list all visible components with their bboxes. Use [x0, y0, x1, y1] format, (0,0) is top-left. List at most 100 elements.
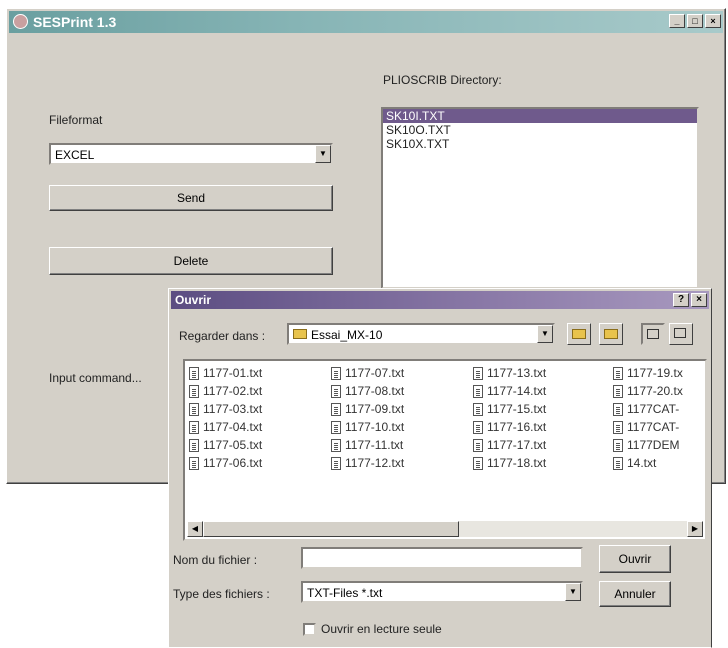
list-item[interactable]: 1177-17.txt — [473, 437, 546, 455]
look-in-value: Essai_MX-10 — [311, 328, 383, 342]
cancel-button[interactable]: Annuler — [599, 581, 671, 607]
text-file-icon — [473, 367, 483, 381]
list-item[interactable]: 1177-10.txt — [331, 419, 404, 437]
list-item[interactable]: 1177-15.txt — [473, 401, 546, 419]
filetype-select[interactable]: TXT-Files *.txt ▼ — [301, 581, 583, 603]
folder-icon — [293, 329, 307, 339]
directory-listbox[interactable]: SK10I.TXT SK10O.TXT SK10X.TXT — [381, 107, 699, 289]
scroll-left-icon[interactable]: ◀ — [187, 521, 203, 537]
cancel-button-label: Annuler — [614, 587, 656, 601]
list-item[interactable]: 1177-11.txt — [331, 437, 404, 455]
list-view-icon[interactable] — [641, 323, 665, 345]
scroll-thumb[interactable] — [203, 521, 459, 537]
file-list-pane[interactable]: 1177-01.txt 1177-02.txt 1177-03.txt 1177… — [183, 359, 707, 541]
open-button[interactable]: Ouvrir — [599, 545, 671, 573]
list-item[interactable]: SK10I.TXT — [383, 109, 697, 123]
readonly-checkbox[interactable] — [303, 623, 316, 636]
list-item[interactable]: 1177-07.txt — [331, 365, 404, 383]
file-column-3: 1177-13.txt 1177-14.txt 1177-15.txt 1177… — [473, 365, 546, 473]
list-item[interactable]: 1177-09.txt — [331, 401, 404, 419]
text-file-icon — [331, 385, 341, 399]
text-file-icon — [473, 439, 483, 453]
fileformat-select[interactable]: EXCEL ▼ — [49, 143, 333, 165]
up-folder-icon[interactable] — [567, 323, 591, 345]
look-in-label: Regarder dans : — [179, 329, 266, 343]
filetype-label: Type des fichiers : — [173, 587, 270, 601]
list-item[interactable]: 1177CAT- — [613, 419, 683, 437]
text-file-icon — [331, 421, 341, 435]
maximize-icon[interactable]: □ — [687, 14, 703, 28]
text-file-icon — [189, 421, 199, 435]
text-file-icon — [189, 403, 199, 417]
text-file-icon — [613, 421, 623, 435]
file-column-2: 1177-07.txt 1177-08.txt 1177-09.txt 1177… — [331, 365, 404, 473]
help-icon[interactable]: ? — [673, 293, 689, 307]
dialog-title-bar[interactable]: Ouvrir ? × — [171, 291, 709, 309]
list-item[interactable]: 1177-20.tx — [613, 383, 683, 401]
list-item[interactable]: 1177-03.txt — [189, 401, 262, 419]
close-icon[interactable]: × — [705, 14, 721, 28]
app-icon — [13, 14, 28, 29]
text-file-icon — [189, 367, 199, 381]
list-item[interactable]: 1177CAT- — [613, 401, 683, 419]
input-command-label: Input command... — [49, 371, 142, 385]
close-icon[interactable]: × — [691, 293, 707, 307]
fileformat-label: Fileformat — [49, 113, 103, 127]
list-item[interactable]: 1177-19.tx — [613, 365, 683, 383]
directory-label: PLIOSCRIB Directory: — [383, 73, 502, 87]
chevron-down-icon[interactable]: ▼ — [537, 325, 553, 343]
list-item[interactable]: SK10O.TXT — [383, 123, 697, 137]
minimize-icon[interactable]: _ — [669, 14, 685, 28]
look-in-select[interactable]: Essai_MX-10 ▼ — [287, 323, 555, 345]
chevron-down-icon[interactable]: ▼ — [565, 583, 581, 601]
list-item[interactable]: 1177DEM — [613, 437, 683, 455]
list-item[interactable]: 1177-18.txt — [473, 455, 546, 473]
delete-button[interactable]: Delete — [49, 247, 333, 275]
file-column-1: 1177-01.txt 1177-02.txt 1177-03.txt 1177… — [189, 365, 262, 473]
new-folder-icon[interactable] — [599, 323, 623, 345]
title-bar[interactable]: SESPrint 1.3 _ □ × — [9, 11, 723, 33]
open-dialog: Ouvrir ? × Regarder dans : Essai_MX-10 ▼… — [168, 288, 712, 648]
filetype-value: TXT-Files *.txt — [307, 586, 383, 600]
text-file-icon — [189, 385, 199, 399]
scroll-right-icon[interactable]: ▶ — [687, 521, 703, 537]
list-item[interactable]: 14.txt — [613, 455, 683, 473]
list-item[interactable]: 1177-12.txt — [331, 455, 404, 473]
text-file-icon — [473, 421, 483, 435]
file-column-4: 1177-19.tx 1177-20.tx 1177CAT- 1177CAT- … — [613, 365, 683, 473]
text-file-icon — [613, 403, 623, 417]
text-file-icon — [473, 457, 483, 471]
text-file-icon — [189, 457, 199, 471]
text-file-icon — [473, 403, 483, 417]
filename-field[interactable] — [301, 547, 583, 569]
readonly-label: Ouvrir en lecture seule — [321, 622, 442, 636]
list-item[interactable]: 1177-14.txt — [473, 383, 546, 401]
send-button[interactable]: Send — [49, 185, 333, 211]
details-view-icon[interactable] — [669, 323, 693, 345]
open-button-label: Ouvrir — [618, 552, 652, 566]
list-item[interactable]: 1177-16.txt — [473, 419, 546, 437]
horizontal-scrollbar[interactable]: ◀ ▶ — [187, 521, 703, 537]
list-item[interactable]: 1177-13.txt — [473, 365, 546, 383]
text-file-icon — [613, 385, 623, 399]
text-file-icon — [189, 439, 199, 453]
list-item[interactable]: SK10X.TXT — [383, 137, 697, 151]
list-item[interactable]: 1177-04.txt — [189, 419, 262, 437]
list-item[interactable]: 1177-05.txt — [189, 437, 262, 455]
text-file-icon — [331, 367, 341, 381]
delete-label: Delete — [173, 254, 209, 268]
filename-label: Nom du fichier : — [173, 553, 258, 567]
text-file-icon — [331, 439, 341, 453]
text-file-icon — [331, 457, 341, 471]
text-file-icon — [331, 403, 341, 417]
list-item[interactable]: 1177-08.txt — [331, 383, 404, 401]
text-file-icon — [613, 367, 623, 381]
text-file-icon — [613, 439, 623, 453]
list-item[interactable]: 1177-02.txt — [189, 383, 262, 401]
list-item[interactable]: 1177-01.txt — [189, 365, 262, 383]
list-item[interactable]: 1177-06.txt — [189, 455, 262, 473]
text-file-icon — [613, 457, 623, 471]
window-title: SESPrint 1.3 — [33, 14, 117, 30]
dialog-title: Ouvrir — [175, 293, 212, 307]
chevron-down-icon[interactable]: ▼ — [315, 145, 331, 163]
